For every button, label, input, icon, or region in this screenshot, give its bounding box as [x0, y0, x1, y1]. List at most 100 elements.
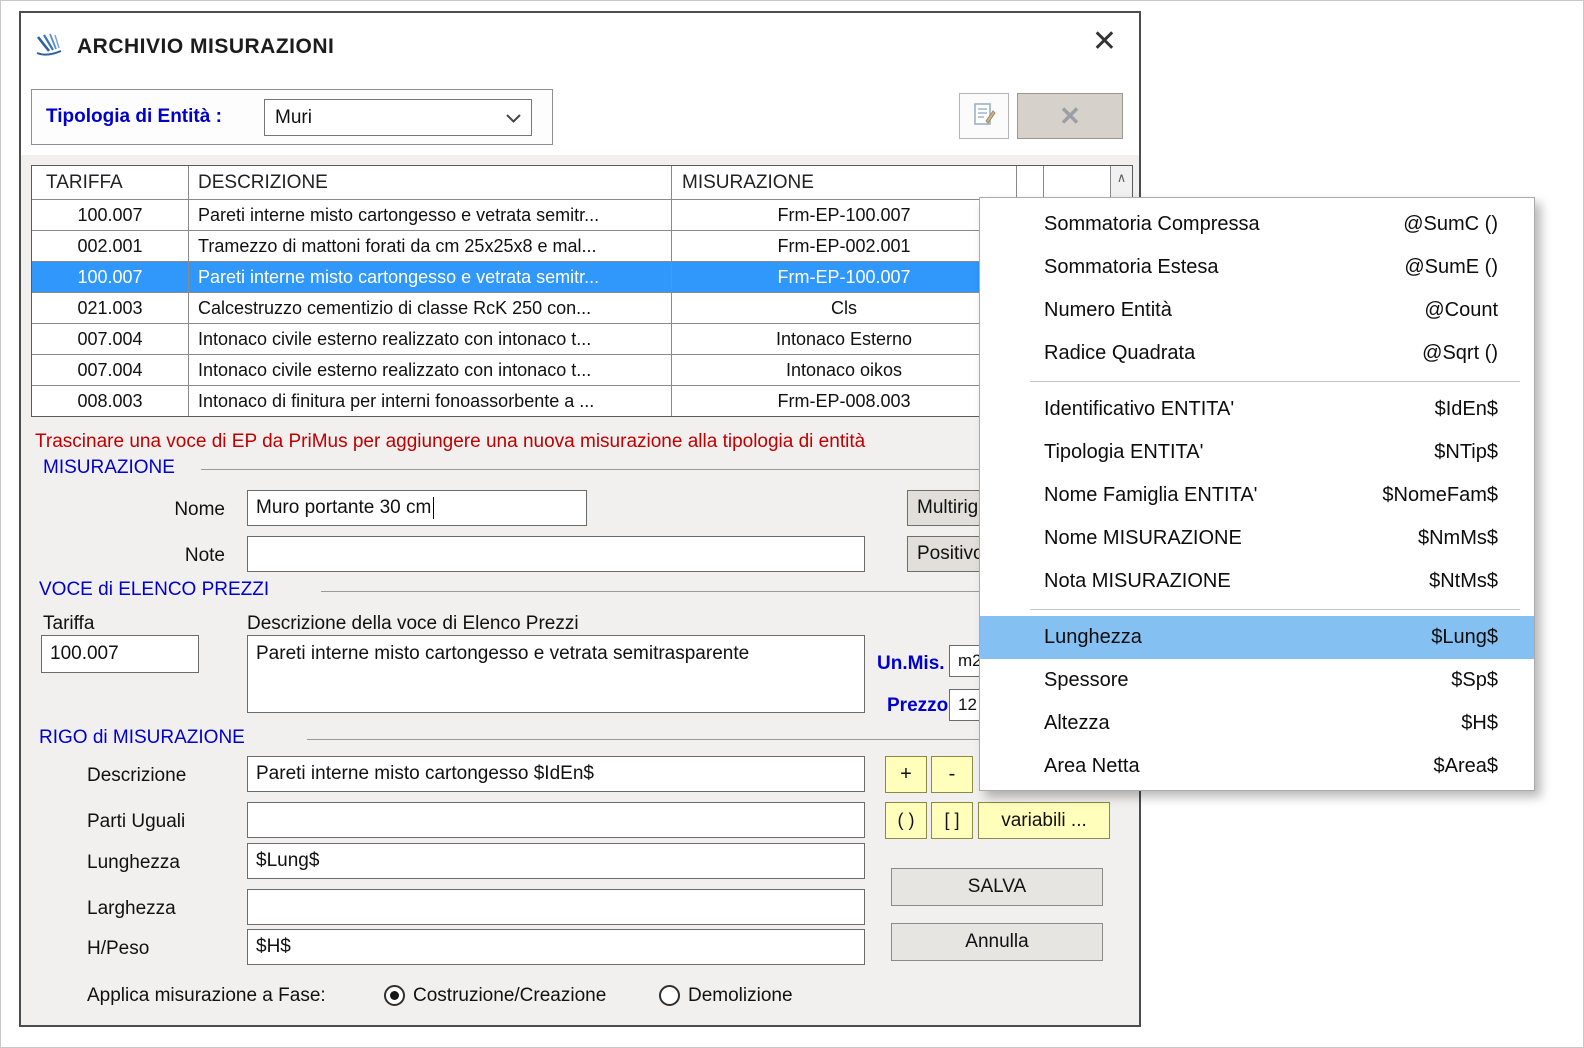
table-row-selected[interactable]: 100.007 Pareti interne misto cartongesso… — [32, 262, 1110, 293]
cell-descrizione: Calcestruzzo cementizio di classe RcK 25… — [189, 293, 672, 323]
menu-item-code: $Area$ — [1433, 755, 1499, 777]
note-input[interactable] — [247, 536, 865, 572]
cell-tariffa: 021.003 — [32, 293, 189, 323]
menu-item-nota-misurazione[interactable]: Nota MISURAZIONE $NtMs$ — [980, 560, 1534, 603]
cell-misurazione: Intonaco Esterno — [672, 324, 1017, 354]
salva-button[interactable]: SALVA — [891, 868, 1103, 906]
table-row[interactable]: 007.004 Intonaco civile esterno realizza… — [32, 324, 1110, 355]
hpeso-label: H/Peso — [87, 938, 150, 959]
edit-measurement-button[interactable] — [959, 93, 1009, 139]
window-title: ARCHIVIO MISURAZIONI — [77, 35, 335, 58]
column-header-tariffa[interactable]: TARIFFA — [32, 166, 189, 199]
cell-misurazione: Frm-EP-002.001 — [672, 231, 1017, 261]
lunghezza-value: $Lung$ — [256, 850, 320, 871]
menu-item-tipologia-entita[interactable]: Tipologia ENTITA' $NTip$ — [980, 431, 1534, 474]
radio-costruzione[interactable] — [384, 985, 405, 1006]
menu-item-label: Spessore — [1044, 669, 1129, 691]
menu-item-code: $Sp$ — [1451, 669, 1498, 691]
menu-item-code: @SumC () — [1403, 213, 1498, 235]
menu-item-label: Nota MISURAZIONE — [1044, 570, 1231, 592]
menu-item-code: @Sqrt () — [1422, 342, 1498, 364]
radio-demolizione[interactable] — [659, 985, 680, 1006]
prezzo-label: Prezzo — [887, 695, 949, 716]
parentheses-button[interactable]: ( ) — [885, 802, 927, 839]
tariffa-input[interactable]: 100.007 — [41, 635, 199, 673]
menu-item-code: @Count — [1424, 299, 1498, 321]
rigo-descrizione-input[interactable]: Pareti interne misto cartongesso $IdEn$ — [247, 756, 865, 792]
menu-item-label: Area Netta — [1044, 755, 1140, 777]
group-label-rigo: RIGO di MISURAZIONE — [39, 727, 245, 748]
table-row[interactable]: 008.003 Intonaco di finitura per interni… — [32, 386, 1110, 416]
larghezza-label: Larghezza — [87, 898, 176, 919]
lunghezza-input[interactable]: $Lung$ — [247, 843, 865, 879]
hpeso-input[interactable]: $H$ — [247, 929, 865, 965]
menu-item-area-netta[interactable]: Area Netta $Area$ — [980, 745, 1534, 788]
menu-item-nome-misurazione[interactable]: Nome MISURAZIONE $NmMs$ — [980, 517, 1534, 560]
menu-item-code: $NTip$ — [1434, 441, 1498, 463]
cell-descrizione: Pareti interne misto cartongesso e vetra… — [189, 200, 672, 230]
column-header-misurazione[interactable]: MISURAZIONE — [672, 166, 1017, 199]
fase-label: Applica misurazione a Fase: — [87, 985, 326, 1006]
entity-type-value: Muri — [275, 106, 312, 128]
cell-tariffa: 007.004 — [32, 324, 189, 354]
menu-item-sommatoria-estesa[interactable]: Sommatoria Estesa @SumE () — [980, 246, 1534, 289]
menu-item-label: Radice Quadrata — [1044, 342, 1196, 364]
table-row[interactable]: 002.001 Tramezzo di mattoni forati da cm… — [32, 231, 1110, 262]
unmis-label: Un.Mis. — [877, 653, 945, 674]
group-label-voce-ep: VOCE di ELENCO PREZZI — [39, 579, 270, 600]
cell-misurazione: Cls — [672, 293, 1017, 323]
nome-value: Muro portante 30 cm — [256, 497, 432, 518]
table-row[interactable]: 100.007 Pareti interne misto cartongesso… — [32, 200, 1110, 231]
menu-item-sommatoria-compressa[interactable]: Sommatoria Compressa @SumC () — [980, 203, 1534, 246]
lunghezza-label: Lunghezza — [87, 852, 180, 873]
menu-item-label: Tipologia ENTITA' — [1044, 441, 1204, 463]
group-label-misurazione: MISURAZIONE — [43, 457, 175, 478]
brackets-button[interactable]: [ ] — [931, 802, 973, 839]
menu-item-label: Sommatoria Compressa — [1044, 213, 1260, 235]
cell-tariffa: 100.007 — [32, 262, 189, 292]
table-row[interactable]: 021.003 Calcestruzzo cementizio di class… — [32, 293, 1110, 324]
rigo-descrizione-value: Pareti interne misto cartongesso $IdEn$ — [256, 763, 594, 784]
rigo-descrizione-label: Descrizione — [87, 765, 187, 786]
cell-misurazione: Frm-EP-008.003 — [672, 386, 1017, 416]
delete-measurement-button[interactable]: ✕ — [1017, 93, 1123, 139]
descrizione-ep-textarea[interactable]: Pareti interne misto cartongesso e vetra… — [247, 635, 865, 713]
tariffa-value: 100.007 — [50, 643, 119, 664]
nome-input[interactable]: Muro portante 30 cm — [247, 490, 587, 526]
larghezza-input[interactable] — [247, 889, 865, 925]
cell-descrizione: Intonaco civile esterno realizzato con i… — [189, 355, 672, 385]
minus-button[interactable]: - — [931, 756, 973, 793]
archivio-misurazioni-window: ARCHIVIO MISURAZIONI ✕ Tipologia di Enti… — [19, 11, 1141, 1027]
cell-tariffa: 007.004 — [32, 355, 189, 385]
column-header-descrizione[interactable]: DESCRIZIONE — [189, 166, 672, 199]
parti-uguali-input[interactable] — [247, 802, 865, 838]
cell-misurazione: Intonaco oikos — [672, 355, 1017, 385]
prezzo-value: 12 — [958, 695, 977, 714]
plus-button[interactable]: + — [885, 756, 927, 793]
measurements-table: TARIFFA DESCRIZIONE MISURAZIONE 100.007 … — [31, 165, 1133, 417]
menu-item-identificativo-entita[interactable]: Identificativo ENTITA' $IdEn$ — [980, 388, 1534, 431]
column-header-spacer — [1017, 166, 1044, 199]
menu-item-radice-quadrata[interactable]: Radice Quadrata @Sqrt () — [980, 332, 1534, 375]
menu-item-code: $H$ — [1461, 712, 1498, 734]
annulla-button[interactable]: Annulla — [891, 923, 1103, 961]
menu-item-label: Lunghezza — [1044, 626, 1142, 648]
menu-item-nome-famiglia-entita[interactable]: Nome Famiglia ENTITA' $NomeFam$ — [980, 474, 1534, 517]
delete-x-icon: ✕ — [1059, 100, 1081, 131]
drag-hint-text: Trascinare una voce di EP da PriMus per … — [35, 431, 866, 452]
menu-item-altezza[interactable]: Altezza $H$ — [980, 702, 1534, 745]
close-button[interactable]: ✕ — [1092, 27, 1117, 57]
menu-item-numero-entita[interactable]: Numero Entità @Count — [980, 289, 1534, 332]
table-row[interactable]: 007.004 Intonaco civile esterno realizza… — [32, 355, 1110, 386]
variabili-button[interactable]: variabili ... — [978, 802, 1110, 839]
menu-item-lunghezza-highlighted[interactable]: Lunghezza $Lung$ — [980, 616, 1534, 659]
column-header-spacer — [1044, 166, 1110, 199]
menu-item-code: $IdEn$ — [1434, 398, 1498, 420]
edit-document-icon — [972, 101, 996, 132]
menu-item-code: $NtMs$ — [1429, 570, 1498, 592]
menu-item-label: Altezza — [1044, 712, 1110, 734]
entity-type-dropdown[interactable]: Muri — [264, 99, 532, 136]
measurements-table-body: TARIFFA DESCRIZIONE MISURAZIONE 100.007 … — [32, 166, 1110, 416]
menu-item-spessore[interactable]: Spessore $Sp$ — [980, 659, 1534, 702]
hpeso-value: $H$ — [256, 936, 291, 957]
